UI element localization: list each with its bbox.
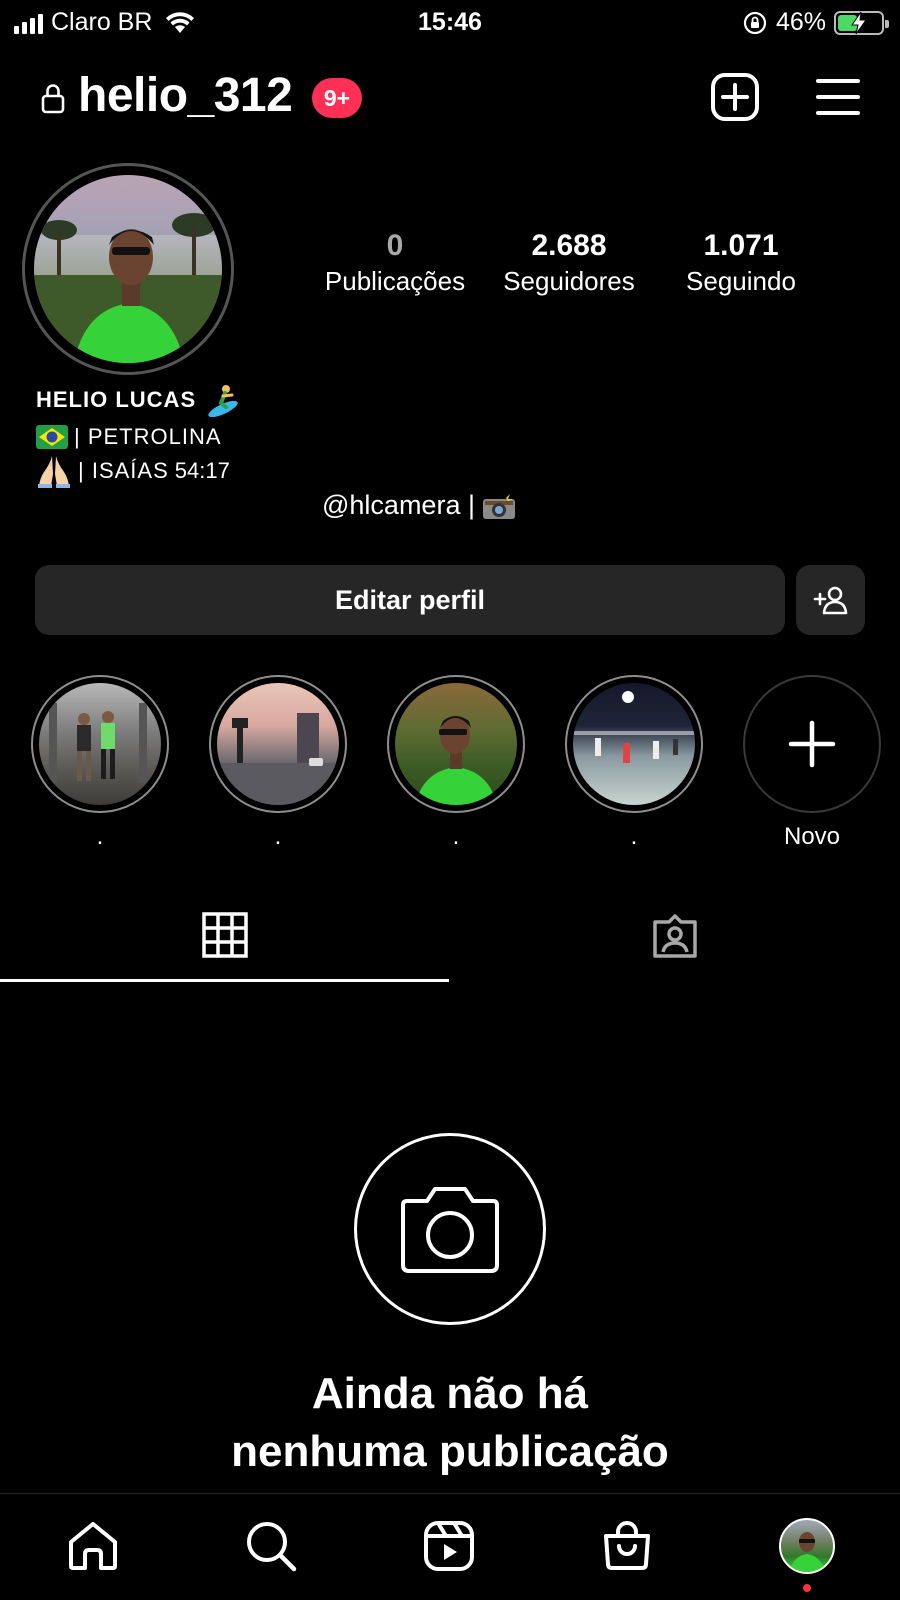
camera-icon [401,1187,499,1273]
story-highlight[interactable]: . [209,675,347,851]
empty-posts-title: Ainda não há nenhuma publicação [0,1365,900,1481]
battery-icon [834,10,889,35]
profile-header: helio_312 9+ [0,62,900,134]
nav-shop[interactable] [597,1516,657,1576]
new-highlight-button[interactable]: Novo [743,675,881,851]
profile-tabs [0,898,900,982]
bio-verse-book: | ISAÍAS [78,458,169,483]
posts-stat[interactable]: 0 Publicações [310,228,480,298]
story-highlight[interactable]: . [31,675,169,851]
highlight-cover [395,683,517,805]
status-bar: Claro BR 15:46 46% [0,0,900,48]
discover-people-button[interactable] [796,565,865,635]
highlight-cover [573,683,695,805]
highlight-label: . [630,823,638,850]
following-stat[interactable]: 1.071 Seguindo [656,228,826,298]
brazil-flag-icon [36,425,68,449]
battery-percent: 46% [775,8,826,36]
plus-icon [788,720,836,768]
avatar [779,1518,835,1574]
highlight-label: Novo [783,823,841,850]
tagged-icon [652,914,697,958]
posts-count: 0 [386,229,404,262]
bio-location: | PETROLINA [74,424,222,449]
nav-reels[interactable] [419,1516,479,1576]
bio-link-text: @hlcamera | [322,490,475,520]
bio-link[interactable]: @hlcamera | [322,490,517,521]
username-switcher[interactable]: helio_312 [78,68,293,123]
empty-title-line1: Ainda não há [311,1369,589,1418]
followers-count: 2.688 [531,229,607,262]
reels-icon [424,1521,474,1571]
following-label: Seguindo [686,266,796,296]
menu-icon[interactable] [816,78,860,116]
nav-profile[interactable] [777,1516,837,1576]
search-icon [247,1522,297,1572]
avatar-photo [34,175,222,363]
display-name: HELIO LUCAS [36,387,197,412]
bio-verse-ref: 54:17 [174,458,230,483]
following-count: 1.071 [703,229,779,262]
edit-profile-button[interactable]: Editar perfil [35,565,785,635]
story-highlight[interactable]: . [565,675,703,851]
highlight-label: . [452,823,460,850]
highlight-label: . [96,823,104,850]
orientation-lock-icon [743,11,767,34]
praying-hands-icon [38,456,70,488]
grid-icon [201,912,248,958]
profile-activity-dot [803,1584,811,1592]
surfer-emoji-icon [208,385,238,417]
posts-label: Publicações [324,266,466,296]
lock-icon [41,84,65,114]
followers-stat[interactable]: 2.688 Seguidores [484,228,654,298]
followers-label: Seguidores [503,266,635,296]
nav-search[interactable] [241,1516,301,1576]
tab-posts-grid[interactable] [0,898,449,982]
profile-avatar[interactable] [22,163,234,375]
highlight-cover [217,683,339,805]
new-post-icon[interactable] [710,72,760,122]
empty-title-line2: nenhuma publicação [231,1427,669,1476]
bottom-navigation [0,1493,900,1600]
highlight-label: . [274,823,282,850]
tab-tagged[interactable] [449,898,900,982]
empty-posts-illustration [354,1133,546,1325]
notification-badge: 9+ [312,78,362,118]
story-highlight[interactable]: . [387,675,525,851]
camera-flash-icon [482,492,515,519]
highlight-cover [39,683,161,805]
add-person-icon [813,586,847,615]
shop-icon [604,1521,650,1570]
home-icon [69,1522,117,1570]
nav-home[interactable] [63,1516,123,1576]
bio: HELIO LUCAS | PETROLINA | ISAÍAS 54:17 [36,380,240,488]
